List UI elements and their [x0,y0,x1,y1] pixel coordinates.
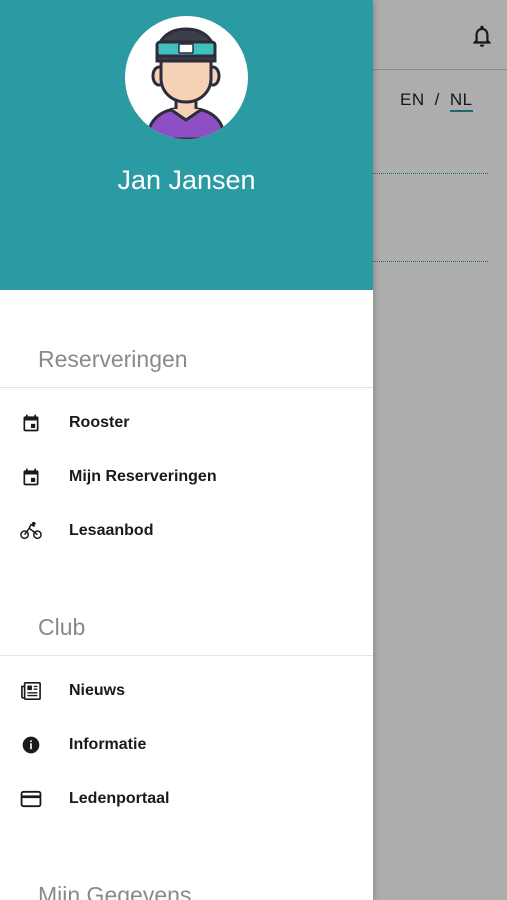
menu-label: Ledenportaal [69,790,170,807]
calendar-icon [20,466,42,488]
calendar-icon [20,412,42,434]
navigation-drawer: Jan Jansen Reserveringen Rooster Mijn Re… [0,0,373,900]
menu-item-lesaanbod[interactable]: Lesaanbod [0,504,373,558]
menu-label: Rooster [69,414,130,431]
menu-label: Lesaanbod [69,522,154,539]
credit-card-icon [20,788,42,810]
section-title-club: Club [38,614,86,640]
menu-label: Mijn Reserveringen [69,468,217,485]
bicycle-icon [20,520,42,542]
menu-item-informatie[interactable]: Informatie [0,718,373,772]
menu-label: Informatie [69,736,147,753]
avatar[interactable] [125,16,248,139]
menu-item-nieuws[interactable]: Nieuws [0,664,373,718]
menu-item-mijn-reserveringen[interactable]: Mijn Reserveringen [0,450,373,504]
drawer-header: Jan Jansen [0,0,373,290]
section-title-reserveringen: Reserveringen [38,346,188,372]
user-name: Jan Jansen [117,165,256,195]
info-icon [20,734,42,756]
menu-label: Nieuws [69,682,126,699]
menu-item-rooster[interactable]: Rooster [0,396,373,450]
section-title-mijn-gegevens: Mijn Gegevens [38,882,192,900]
cyclist-avatar-icon [145,27,227,139]
menu-item-ledenportaal[interactable]: Ledenportaal [0,772,373,826]
newspaper-icon [20,680,42,702]
